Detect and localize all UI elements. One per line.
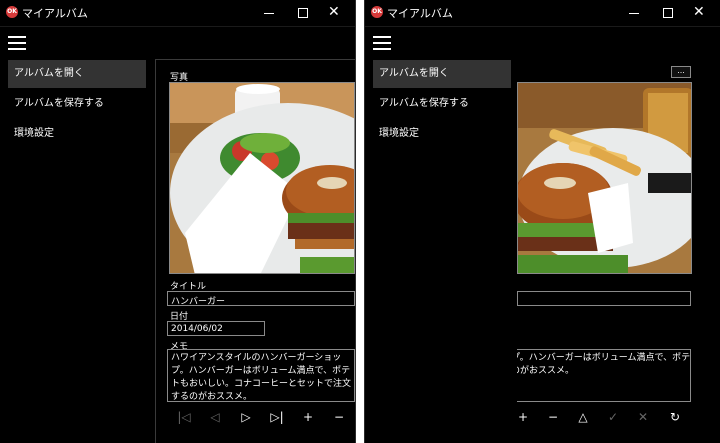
maximize-button[interactable] bbox=[650, 0, 684, 26]
burger-photo bbox=[518, 83, 691, 273]
date-field[interactable]: 2014/06/02 bbox=[167, 321, 265, 336]
add-icon[interactable]: + bbox=[298, 407, 318, 427]
nav-item-save-album[interactable]: アルバムを保存する bbox=[8, 90, 146, 118]
browse-button[interactable]: ... bbox=[671, 66, 691, 78]
app-icon: OK bbox=[6, 6, 18, 18]
photo-image[interactable] bbox=[517, 82, 692, 274]
title-field[interactable]: ハンバーガー bbox=[167, 291, 355, 306]
command-bar bbox=[365, 26, 720, 59]
title-bar: OK マイアルバム ✕ bbox=[0, 0, 355, 26]
hamburger-menu-icon[interactable] bbox=[373, 33, 395, 51]
title-bar: OK マイアルバム ✕ bbox=[365, 0, 720, 26]
navigation-pane-overlay: アルバムを開く アルバムを保存する 環境設定 bbox=[365, 59, 517, 443]
memo-field[interactable]: ハワイアンスタイルのハンバーガーショップ。ハンバーガーはボリューム満点で、ポテト… bbox=[167, 349, 355, 402]
command-bar bbox=[0, 26, 355, 59]
burger-photo bbox=[170, 83, 354, 273]
nav-item-settings[interactable]: 環境設定 bbox=[373, 120, 511, 148]
maximize-icon bbox=[298, 8, 308, 18]
next-icon[interactable]: ▷ bbox=[236, 407, 256, 427]
navigation-pane: アルバムを開く アルバムを保存する 環境設定 bbox=[0, 59, 152, 443]
app-icon: OK bbox=[371, 6, 383, 18]
nav-item-settings[interactable]: 環境設定 bbox=[8, 120, 146, 148]
close-button[interactable]: ✕ bbox=[318, 0, 352, 26]
nav-item-open-album[interactable]: アルバムを開く bbox=[373, 60, 511, 88]
main-window-right: OK マイアルバム ✕ ... プ。ハンバーガーはボリューム満点で、ポテ のがお… bbox=[365, 0, 720, 443]
minimize-icon bbox=[264, 13, 274, 14]
upload-icon[interactable]: △ bbox=[573, 407, 593, 427]
close-icon: ✕ bbox=[693, 4, 705, 20]
memo-text-visible: プ。ハンバーガーはボリューム満点で、ポテトもお bbox=[511, 353, 691, 363]
minimize-button[interactable] bbox=[251, 0, 285, 26]
memo-text-visible-2: のがおススメ。 bbox=[511, 366, 575, 376]
window-title: マイアルバム bbox=[22, 7, 88, 20]
window-title: マイアルバム bbox=[387, 7, 453, 20]
hamburger-menu-icon[interactable] bbox=[8, 33, 30, 51]
first-icon[interactable]: |◁ bbox=[174, 407, 194, 427]
prev-icon[interactable]: ◁ bbox=[205, 407, 225, 427]
remove-icon[interactable]: − bbox=[329, 407, 349, 427]
confirm-icon[interactable]: ✓ bbox=[603, 407, 623, 427]
title-field-partial[interactable] bbox=[517, 291, 691, 306]
remove-icon[interactable]: − bbox=[543, 407, 563, 427]
memo-field[interactable]: プ。ハンバーガーはボリューム満点で、ポテトもお のがおススメ。 bbox=[511, 349, 691, 402]
maximize-button[interactable] bbox=[285, 0, 319, 26]
main-window-left: OK マイアルバム ✕ アルバムを開く アルバムを保存する 環境設定 写真 タイ… bbox=[0, 0, 355, 443]
maximize-icon bbox=[663, 8, 673, 18]
nav-item-save-album[interactable]: アルバムを保存する bbox=[373, 90, 511, 118]
minimize-button[interactable] bbox=[616, 0, 650, 26]
close-button[interactable]: ✕ bbox=[683, 0, 717, 26]
cancel-icon[interactable]: ✕ bbox=[633, 407, 653, 427]
photo-image[interactable] bbox=[169, 82, 355, 274]
minimize-icon bbox=[629, 13, 639, 14]
last-icon[interactable]: ▷| bbox=[267, 407, 287, 427]
refresh-icon[interactable]: ↻ bbox=[665, 407, 685, 427]
close-icon: ✕ bbox=[328, 4, 340, 20]
nav-item-open-album[interactable]: アルバムを開く bbox=[8, 60, 146, 88]
